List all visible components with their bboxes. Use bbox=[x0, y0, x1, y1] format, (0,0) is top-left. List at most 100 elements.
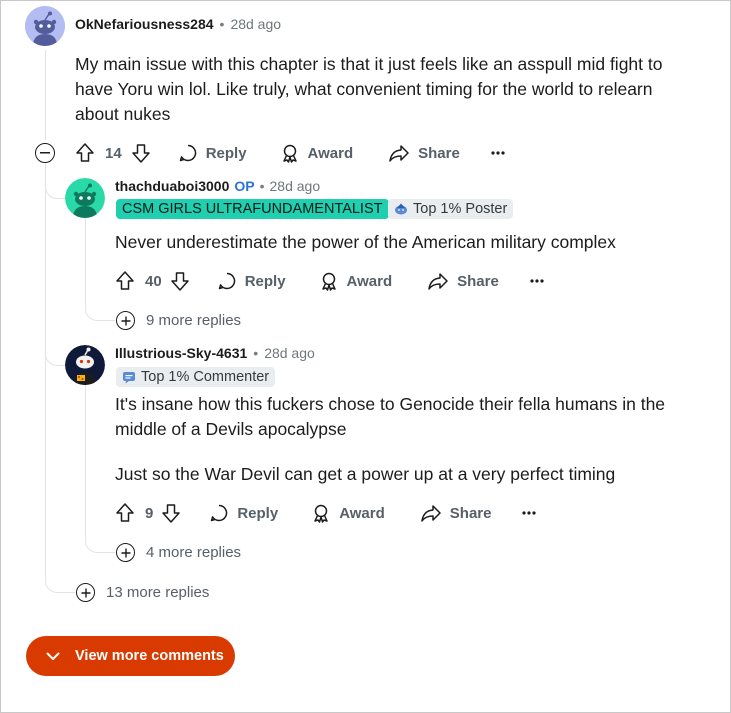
avatar[interactable] bbox=[25, 6, 65, 46]
comment-body-line: Just so the War Devil can get a power up… bbox=[115, 464, 616, 484]
more-replies-label: 4 more replies bbox=[146, 544, 242, 561]
comment-icon bbox=[211, 504, 228, 522]
status-badge-text: Top 1% Poster bbox=[413, 201, 508, 217]
reply-button[interactable]: Reply bbox=[217, 271, 286, 291]
share-label: Share bbox=[457, 272, 499, 290]
username[interactable]: Illustrious-Sky-4631 bbox=[115, 345, 247, 361]
award-icon bbox=[282, 144, 297, 163]
comment-header: thachduaboi3000 OP • 28d ago bbox=[115, 178, 320, 194]
avatar[interactable] bbox=[65, 345, 105, 385]
downvote-icon bbox=[170, 272, 189, 291]
share-button[interactable]: Share bbox=[427, 271, 499, 291]
vote-count: 9 bbox=[145, 504, 154, 522]
thread-line-reply-1 bbox=[45, 165, 65, 199]
dot-separator: • bbox=[219, 16, 225, 32]
upvote-icon bbox=[76, 143, 94, 162]
expand-plus-icon bbox=[76, 583, 95, 602]
share-label: Share bbox=[418, 144, 460, 162]
more-options-button[interactable] bbox=[521, 510, 537, 516]
comment-body-line: My main issue with this chapter is that … bbox=[75, 54, 663, 74]
award-button[interactable]: Award bbox=[280, 143, 353, 163]
upvote-icon bbox=[116, 271, 134, 290]
dot-separator: • bbox=[253, 345, 259, 361]
expand-plus-icon bbox=[116, 543, 135, 562]
more-replies-label: 13 more replies bbox=[106, 584, 210, 601]
downvote-icon bbox=[131, 144, 150, 163]
comment-body-line: It's insane how this fuckers chose to Ge… bbox=[115, 394, 666, 414]
thread-line-reply-1-more bbox=[85, 218, 115, 321]
reddit-avatar-icon bbox=[65, 178, 105, 218]
status-badge-text: Top 1% Commenter bbox=[141, 369, 270, 385]
timestamp[interactable]: 28d ago bbox=[264, 345, 315, 361]
reply-label: Reply bbox=[205, 144, 247, 162]
username[interactable]: OkNefariousness284 bbox=[75, 16, 214, 32]
more-replies-label: 9 more replies bbox=[146, 312, 242, 329]
reddit-avatar-icon bbox=[65, 345, 105, 385]
more-replies-button[interactable]: 4 more replies bbox=[116, 543, 241, 562]
share-label: Share bbox=[449, 504, 492, 522]
award-label: Award bbox=[339, 504, 385, 522]
comment-body: Never underestimate the power of the Ame… bbox=[115, 230, 705, 255]
downvote-button[interactable] bbox=[169, 270, 191, 292]
share-button[interactable]: Share bbox=[420, 503, 492, 523]
more-icon bbox=[491, 151, 505, 155]
reply-button[interactable]: Reply bbox=[178, 143, 247, 163]
comment-body-line bbox=[115, 442, 705, 462]
comment-body: It's insane how this fuckers chose to Ge… bbox=[115, 392, 705, 487]
collapse-button[interactable] bbox=[35, 143, 55, 163]
more-replies-button[interactable]: 9 more replies bbox=[116, 311, 241, 330]
comment-body-line: Never underestimate the power of the Ame… bbox=[115, 232, 616, 252]
upvote-button[interactable] bbox=[74, 142, 96, 164]
user-flair: CSM GIRLS ULTRAFUNDAMENTALIST bbox=[116, 199, 389, 219]
award-icon bbox=[321, 272, 336, 291]
top-commenter-icon bbox=[123, 372, 135, 384]
thread-line-reply-2-more bbox=[85, 385, 115, 553]
share-icon bbox=[428, 273, 448, 290]
avatar[interactable] bbox=[65, 178, 105, 218]
vote-count: 14 bbox=[105, 144, 122, 162]
user-flair-text: CSM GIRLS ULTRAFUNDAMENTALIST bbox=[122, 201, 383, 217]
comment-header: OkNefariousness284 • 28d ago bbox=[75, 16, 281, 32]
username[interactable]: thachduaboi3000 bbox=[115, 178, 229, 194]
chevron-down-icon bbox=[46, 652, 60, 661]
comment-body-line: middle of a Devils apocalypse bbox=[115, 419, 347, 439]
upvote-icon bbox=[116, 503, 134, 522]
award-label: Award bbox=[346, 272, 393, 290]
award-icon bbox=[314, 504, 328, 523]
share-icon bbox=[421, 505, 441, 522]
thread-line-reply-2 bbox=[45, 199, 65, 366]
status-badge: Top 1% Commenter bbox=[116, 367, 276, 387]
downvote-button[interactable] bbox=[160, 502, 182, 524]
share-button[interactable]: Share bbox=[388, 143, 460, 163]
comment-body: My main issue with this chapter is that … bbox=[75, 52, 705, 127]
comment-actions: 40 Reply Award Share bbox=[114, 267, 545, 295]
reply-label: Reply bbox=[244, 272, 286, 290]
comment-body-line: about nukes bbox=[75, 104, 171, 124]
status-badge: Top 1% Poster bbox=[388, 199, 514, 219]
comment-header: Illustrious-Sky-4631 • 28d ago bbox=[115, 345, 315, 361]
comment-actions: 9 Reply Award Share bbox=[114, 499, 537, 527]
more-options-button[interactable] bbox=[529, 278, 545, 284]
upvote-button[interactable] bbox=[114, 502, 136, 524]
collapse-icon bbox=[40, 152, 50, 154]
more-options-button[interactable] bbox=[490, 150, 506, 156]
timestamp[interactable]: 28d ago bbox=[270, 178, 321, 194]
reddit-avatar-icon bbox=[25, 6, 65, 46]
reply-label: Reply bbox=[237, 504, 279, 522]
comment-icon bbox=[179, 144, 196, 162]
comment-icon bbox=[218, 272, 235, 290]
downvote-button[interactable] bbox=[130, 142, 152, 164]
view-more-comments-button[interactable]: View more comments bbox=[26, 636, 235, 676]
comment-body-line: have Yoru win lol. Like truly, what conv… bbox=[75, 79, 653, 99]
more-replies-button[interactable]: 13 more replies bbox=[76, 583, 209, 602]
upvote-button[interactable] bbox=[114, 270, 136, 292]
op-badge: OP bbox=[234, 178, 255, 194]
timestamp[interactable]: 28d ago bbox=[230, 16, 281, 32]
award-button[interactable]: Award bbox=[311, 503, 385, 523]
share-icon bbox=[389, 145, 409, 162]
award-button[interactable]: Award bbox=[319, 271, 393, 291]
reply-button[interactable]: Reply bbox=[209, 503, 278, 523]
top-poster-icon bbox=[395, 203, 407, 215]
expand-plus-icon bbox=[116, 311, 135, 330]
view-more-comments-label: View more comments bbox=[75, 648, 224, 664]
